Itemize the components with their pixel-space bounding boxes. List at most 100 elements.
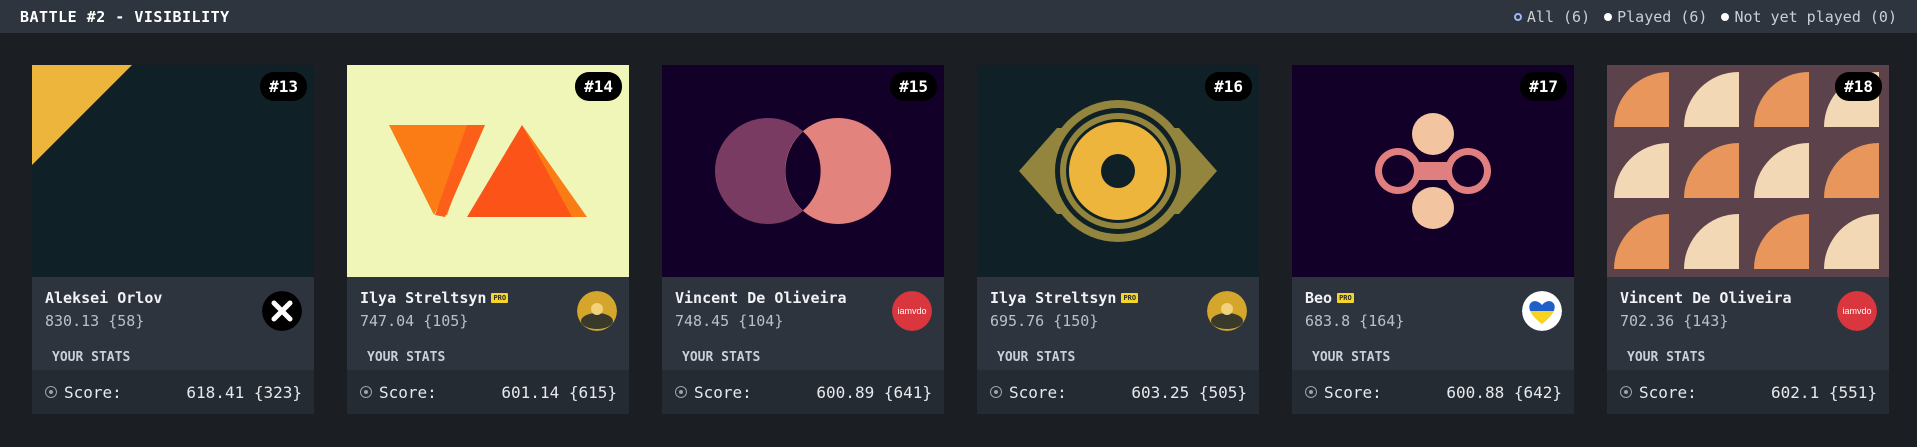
avatar[interactable] xyxy=(577,291,617,331)
your-stats-label: YOUR STATS xyxy=(347,344,629,370)
score-label: Score: xyxy=(64,382,122,402)
your-score-row: Score: 600.88 {642} xyxy=(1292,370,1574,414)
author-row: Ilya Streltsyn PRO 695.76 {150} xyxy=(977,277,1259,344)
rank-badge: #16 xyxy=(1205,72,1252,101)
target-icon xyxy=(990,386,1002,398)
your-score-row: Score: 600.89 {641} xyxy=(662,370,944,414)
iamvdo-avatar-icon: iamvdo xyxy=(892,291,932,331)
author-row: Aleksei Orlov 830.13 {58} xyxy=(32,277,314,344)
iamvdo-avatar-icon: iamvdo xyxy=(1837,291,1877,331)
target-artwork[interactable]: #17 xyxy=(1292,65,1574,277)
author-name-text: Aleksei Orlov xyxy=(45,289,163,307)
target-card[interactable]: #13 Aleksei Orlov 830.13 {58} YOUR STATS… xyxy=(32,65,314,414)
your-stats-label: YOUR STATS xyxy=(977,344,1259,370)
author-score: 695.76 {150} xyxy=(990,312,1099,330)
your-stats-label: YOUR STATS xyxy=(1607,344,1889,370)
your-score-row: Score: 618.41 {323} xyxy=(32,370,314,414)
author-name[interactable]: Ilya Streltsyn PRO xyxy=(990,289,1139,307)
avatar[interactable] xyxy=(1207,291,1247,331)
your-score-value: 601.14 {615} xyxy=(501,382,617,402)
filter-played-label: Played (6) xyxy=(1617,7,1708,26)
author-row: Vincent De Oliveira 748.45 {104} iamvdo xyxy=(662,277,944,344)
user-photo-avatar-icon xyxy=(577,291,617,331)
author-score: 748.45 {104} xyxy=(675,312,784,330)
score-label: Score: xyxy=(694,382,752,402)
pro-badge: PRO xyxy=(491,293,509,303)
author-score: 747.04 {105} xyxy=(360,312,469,330)
ukraine-heart-avatar-icon xyxy=(1522,291,1562,331)
svg-text:iamvdo: iamvdo xyxy=(897,306,926,316)
avatar[interactable] xyxy=(1522,291,1562,331)
target-artwork[interactable]: #18 xyxy=(1607,65,1889,277)
filter-group: All (6) Played (6) Not yet played (0) xyxy=(1513,7,1897,26)
your-score-row: Score: 602.1 {551} xyxy=(1607,370,1889,414)
rank-badge: #18 xyxy=(1835,72,1882,101)
your-score-row: Score: 603.25 {505} xyxy=(977,370,1259,414)
author-row: Ilya Streltsyn PRO 747.04 {105} xyxy=(347,277,629,344)
your-score-value: 603.25 {505} xyxy=(1131,382,1247,402)
filter-all[interactable]: All (6) xyxy=(1513,7,1591,26)
radio-dot-icon xyxy=(1604,12,1613,21)
your-stats-label: YOUR STATS xyxy=(32,344,314,370)
author-name-text: Ilya Streltsyn xyxy=(990,289,1117,307)
target-artwork[interactable]: #14 xyxy=(347,65,629,277)
target-card[interactable]: #16 Ilya Streltsyn PRO 695.76 {150} YOUR … xyxy=(977,65,1259,414)
your-score-value: 600.89 {641} xyxy=(816,382,932,402)
your-stats-label: YOUR STATS xyxy=(662,344,944,370)
author-name[interactable]: Ilya Streltsyn PRO xyxy=(360,289,509,307)
your-score-row: Score: 601.14 {615} xyxy=(347,370,629,414)
target-artwork[interactable]: #16 xyxy=(977,65,1259,277)
avatar[interactable] xyxy=(262,291,302,331)
target-icon xyxy=(45,386,57,398)
target-card[interactable]: #15 Vincent De Oliveira 748.45 {104} iam… xyxy=(662,65,944,414)
target-card[interactable]: #18 Vincent De Oliveira 702.36 {143} iam… xyxy=(1607,65,1889,414)
score-label: Score: xyxy=(1324,382,1382,402)
your-score-value: 602.1 {551} xyxy=(1771,382,1877,402)
your-stats-label: YOUR STATS xyxy=(1292,344,1574,370)
svg-text:iamvdo: iamvdo xyxy=(1842,306,1871,316)
author-score: 830.13 {58} xyxy=(45,312,145,330)
radio-selected-icon xyxy=(1513,12,1522,21)
filter-all-label: All (6) xyxy=(1526,7,1591,26)
battle-header: BATTLE #2 - VISIBILITY All (6) Played (6… xyxy=(0,0,1917,33)
close-x-avatar-icon xyxy=(262,291,302,331)
target-card[interactable]: #14 Ilya Streltsyn PRO 747.04 {105} YOUR … xyxy=(347,65,629,414)
avatar[interactable]: iamvdo xyxy=(1837,291,1877,331)
author-name-text: Ilya Streltsyn xyxy=(360,289,487,307)
author-name-text: Vincent De Oliveira xyxy=(675,289,847,307)
pro-badge: PRO xyxy=(1121,293,1139,303)
pro-badge: PRO xyxy=(1337,293,1354,303)
author-name[interactable]: Vincent De Oliveira xyxy=(1620,289,1792,307)
score-label: Score: xyxy=(379,382,437,402)
rank-badge: #15 xyxy=(890,72,937,101)
rank-badge: #14 xyxy=(575,72,622,101)
page-title: BATTLE #2 - VISIBILITY xyxy=(20,7,230,26)
author-score: 702.36 {143} xyxy=(1620,312,1729,330)
target-icon xyxy=(1305,386,1317,398)
rank-badge: #13 xyxy=(260,72,307,101)
user-photo-avatar-icon xyxy=(1207,291,1247,331)
target-icon xyxy=(675,386,687,398)
filter-played[interactable]: Played (6) xyxy=(1604,8,1707,26)
your-score-value: 618.41 {323} xyxy=(186,382,302,402)
avatar[interactable]: iamvdo xyxy=(892,291,932,331)
author-row: Beo PRO 683.8 {164} xyxy=(1292,277,1574,344)
author-name[interactable]: Vincent De Oliveira xyxy=(675,289,847,307)
author-name-text: Beo xyxy=(1305,289,1333,307)
author-name-text: Vincent De Oliveira xyxy=(1620,289,1792,307)
author-name[interactable]: Aleksei Orlov xyxy=(45,289,162,307)
rank-badge: #17 xyxy=(1520,72,1567,101)
target-icon xyxy=(1620,386,1632,398)
score-label: Score: xyxy=(1639,382,1697,402)
author-name[interactable]: Beo PRO xyxy=(1305,289,1404,307)
score-label: Score: xyxy=(1009,382,1067,402)
filter-not-yet-played[interactable]: Not yet played (0) xyxy=(1721,8,1897,26)
radio-dot-icon xyxy=(1721,12,1730,21)
target-artwork[interactable]: #13 xyxy=(32,65,314,277)
author-score: 683.8 {164} xyxy=(1305,312,1405,330)
target-artwork[interactable]: #15 xyxy=(662,65,944,277)
author-row: Vincent De Oliveira 702.36 {143} iamvdo xyxy=(1607,277,1889,344)
filter-not-yet-played-label: Not yet played (0) xyxy=(1734,7,1897,26)
target-icon xyxy=(360,386,372,398)
target-card[interactable]: #17 Beo PRO 683.8 {164} YOUR STATS Score… xyxy=(1292,65,1574,414)
